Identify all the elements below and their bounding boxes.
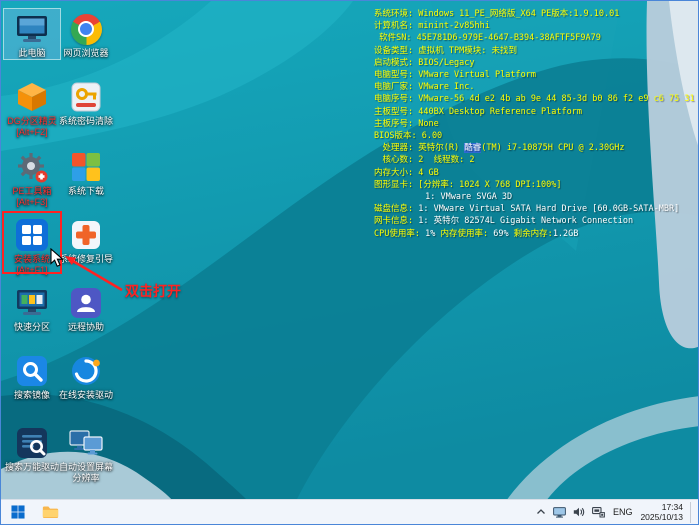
desktop-icon-remote-assist[interactable]: 远程协助 <box>58 283 114 333</box>
desktop-icon-this-pc[interactable]: 此电脑 <box>4 9 60 59</box>
desktop-icon-label: 此电脑 <box>4 48 60 59</box>
sysinfo-line: 软件SN: 45E781D6-979E-4647-B394-38AFTF5F9A… <box>374 32 695 44</box>
desktop-icon-label: 网页浏览器 <box>58 48 114 59</box>
sysinfo-line: 图形显卡: [分辨率: 1024 X 768 DPI:100%] <box>374 179 695 191</box>
sysinfo-line: 主板型号: 440BX Desktop Reference Platform <box>374 106 695 118</box>
online-driver-icon <box>69 353 103 389</box>
sysinfo-line: 主板序号: None <box>374 118 695 130</box>
desktop-icon-pe-toolbox[interactable]: PE工具箱 [Alt+F3] <box>4 147 60 207</box>
desktop-icon-boot-repair[interactable]: 系统修复引导 <box>58 215 114 265</box>
folder-icon <box>42 505 59 519</box>
sysinfo-line: 磁盘信息: 1: VMware Virtual SATA Hard Drive … <box>374 203 695 215</box>
sysinfo-line: 启动模式: BIOS/Legacy <box>374 57 695 69</box>
sysinfo-line: 处理器: 英特尔(R) 酷睿(TM) i7-10875H CPU @ 2.30G… <box>374 142 695 154</box>
browser-icon <box>71 11 102 47</box>
boot-repair-icon <box>69 217 103 253</box>
system-info-panel: 系统环境: Windows 11_PE_网络版_X64 PE版本:1.9.10.… <box>374 8 695 240</box>
show-desktop-button[interactable] <box>690 502 694 523</box>
search-image-icon <box>15 353 49 389</box>
desktop-icon-label: 系统密码清除 <box>58 116 114 127</box>
windows-logo-icon <box>11 505 25 519</box>
taskbar-left <box>5 502 63 523</box>
desktop-icon-label: 远程协助 <box>58 322 114 333</box>
start-button[interactable] <box>5 502 31 523</box>
sysinfo-line: 系统环境: Windows 11_PE_网络版_X64 PE版本:1.9.10.… <box>374 8 695 20</box>
auto-resolution-icon <box>68 425 104 461</box>
tray-display-icon[interactable] <box>553 507 566 518</box>
desktop-icon-label: 搜索万能驱动 <box>4 462 60 473</box>
taskbar-clock[interactable]: 17:34 2025/10/13 <box>640 502 683 522</box>
search-driver-icon <box>15 425 49 461</box>
desktop-icon-auto-resolution[interactable]: 自动设置屏幕分辨率 <box>58 423 114 483</box>
desktop-icon-search-driver[interactable]: 搜索万能驱动 <box>4 423 60 473</box>
file-explorer-button[interactable] <box>37 502 63 523</box>
desktop-icon-search-image[interactable]: 搜索镜像 <box>4 351 60 401</box>
desktop-icon-online-driver[interactable]: 在线安装驱动 <box>58 351 114 401</box>
desktop-icon-label: 自动设置屏幕分辨率 <box>58 462 114 483</box>
desktop-icon-label: 系统下载 <box>58 186 114 197</box>
sysinfo-line: 网卡信息: 1: 英特尔 82574L Gigabit Network Conn… <box>374 215 695 227</box>
language-indicator[interactable]: ENG <box>612 507 634 517</box>
sysinfo-line: 电脑厂家: VMware Inc. <box>374 81 695 93</box>
dg-partition-icon <box>15 79 49 115</box>
system-download-icon <box>69 149 103 185</box>
sysinfo-line: 设备类型: 虚拟机 TPM模块: 未找到 <box>374 45 695 57</box>
pe-toolbox-gear-icon <box>15 149 49 185</box>
sysinfo-line: 核心数: 2 线程数: 2 <box>374 154 695 166</box>
sysinfo-line: CPU使用率: 1% 内存使用率: 69% 剩余内存:1.2GB <box>374 228 695 240</box>
desktop-icon-label: PE工具箱 [Alt+F3] <box>4 186 60 207</box>
sysinfo-line: 电脑型号: VMware Virtual Platform <box>374 69 695 81</box>
desktop-icon-label: 系统修复引导 <box>58 254 114 265</box>
quick-partition-icon <box>15 285 49 321</box>
desktop-icon-label: DG分区精灵 [Alt+F2] <box>4 116 60 137</box>
desktop: 此电脑 网页浏览器 DG分区精灵 [Alt+F2] <box>1 1 698 499</box>
clock-time: 17:34 <box>640 502 683 512</box>
sysinfo-line: 1: VMware SVGA 3D <box>374 191 695 203</box>
taskbar-tray: ENG 17:34 2025/10/13 <box>536 502 694 523</box>
desktop-icon-label: 搜索镜像 <box>4 390 60 401</box>
desktop-icon-label: 快速分区 <box>4 322 60 333</box>
tray-volume-icon[interactable] <box>573 507 585 517</box>
desktop-icon-label: 在线安装驱动 <box>58 390 114 401</box>
mouse-cursor <box>50 248 66 268</box>
install-system-icon <box>14 217 50 253</box>
desktop-icon-web-browser[interactable]: 网页浏览器 <box>58 9 114 59</box>
this-pc-icon <box>15 11 49 47</box>
password-clear-icon <box>69 79 103 115</box>
sysinfo-line: 计算机名: minint-2v85hhi <box>374 20 695 32</box>
sysinfo-line: 电脑序号: VMware-56 4d e2 4b ab 9e 44 85-3d … <box>374 93 695 105</box>
desktop-icon-password-clear[interactable]: 系统密码清除 <box>58 77 114 127</box>
clock-date: 2025/10/13 <box>640 512 683 522</box>
sysinfo-line: 内存大小: 4 GB <box>374 167 695 179</box>
tray-chevron-up-icon[interactable] <box>536 508 546 516</box>
desktop-icon-dg-partition[interactable]: DG分区精灵 [Alt+F2] <box>4 77 60 137</box>
sysinfo-line: BIOS版本: 6.00 <box>374 130 695 142</box>
desktop-icon-quick-partition[interactable]: 快速分区 <box>4 283 60 333</box>
tray-network-icon[interactable] <box>592 507 605 518</box>
annotation-text: 双击打开 <box>125 281 181 301</box>
desktop-icon-system-download[interactable]: 系统下载 <box>58 147 114 197</box>
remote-assist-icon <box>69 285 103 321</box>
pe-desktop-screen: 此电脑 网页浏览器 DG分区精灵 [Alt+F2] <box>0 0 699 525</box>
taskbar: ENG 17:34 2025/10/13 <box>1 499 698 524</box>
